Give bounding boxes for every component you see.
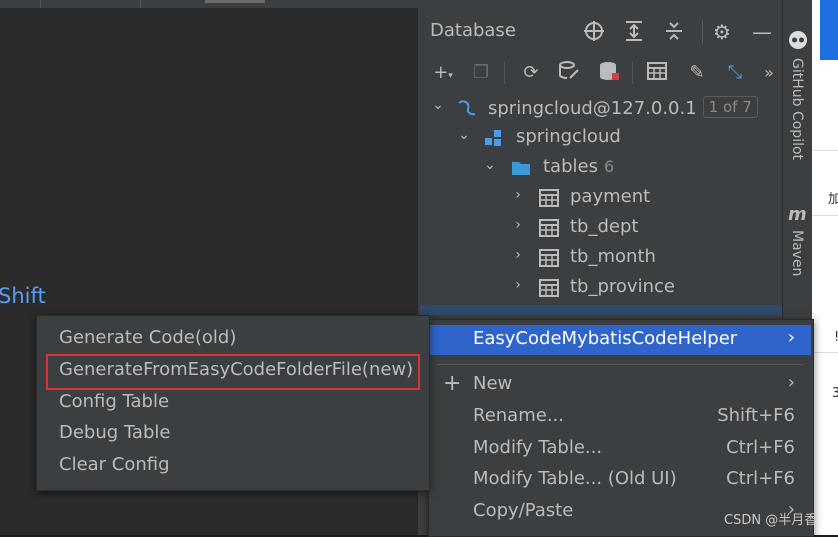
tree-item-table[interactable]: › tb_month xyxy=(420,244,782,274)
toolbar-separator xyxy=(504,62,505,84)
menu-item-easycode[interactable]: EasyCodeMybatisCodeHelper › xyxy=(429,325,811,355)
menu-item-label: EasyCodeMybatisCodeHelper xyxy=(473,328,738,349)
database-panel-header: Database ⚙ — xyxy=(420,14,782,50)
background-text: 3 xyxy=(832,386,838,401)
tree-item-table[interactable]: › tb_province xyxy=(420,274,782,304)
chevron-down-icon[interactable]: ⌄ xyxy=(456,127,472,143)
menu-item-new[interactable]: + New › xyxy=(429,370,811,400)
copy-icon[interactable]: ❐ xyxy=(468,60,494,86)
copilot-icon[interactable] xyxy=(787,28,809,50)
schema-icon xyxy=(482,127,504,149)
tree-item-table[interactable]: › tb_dept xyxy=(420,214,782,244)
easycode-submenu: Generate Code(old) GenerateFromEasyCodeF… xyxy=(36,315,430,491)
menu-item-modify-table-old-ui[interactable]: Modify Table... (Old UI) Ctrl+F6 xyxy=(429,465,811,495)
maven-tab[interactable]: Maven xyxy=(789,230,805,276)
background-window: 加 ! 3 xyxy=(812,0,838,535)
divider xyxy=(812,150,838,151)
connection-badge: 1 of 7 xyxy=(702,96,758,118)
chevron-right-icon: › xyxy=(787,372,795,393)
copilot-tab[interactable]: GitHub Copilot xyxy=(789,58,805,160)
watermark: CSDN @半月香 xyxy=(724,513,818,528)
tree-item-connection[interactable]: ⌄ springcloud@127.0.0.1 1 of 7 xyxy=(420,94,782,124)
add-icon[interactable]: +▾ xyxy=(430,60,456,86)
submenu-item-label: Generate Code(old) xyxy=(59,327,237,348)
gear-icon[interactable]: ⚙ xyxy=(710,20,734,44)
background-text: ! xyxy=(834,330,838,345)
submenu-item-label: Clear Config xyxy=(59,454,170,475)
context-menu: EasyCodeMybatisCodeHelper › + New › Rena… xyxy=(428,319,814,537)
table-label: tb_province xyxy=(570,276,675,297)
panel-title: Database xyxy=(430,20,516,41)
table-icon[interactable] xyxy=(644,60,670,86)
crosshair-icon[interactable] xyxy=(582,20,606,44)
editor-tab-strip xyxy=(0,0,418,8)
menu-item-label: Rename... xyxy=(473,405,564,426)
collapse-all-icon[interactable] xyxy=(662,20,686,44)
table-icon xyxy=(538,217,560,239)
refresh-icon[interactable]: ⟳ xyxy=(518,60,544,86)
chevron-right-icon[interactable]: › xyxy=(510,247,526,263)
divider xyxy=(812,215,838,216)
submenu-item-label: Debug Table xyxy=(59,422,171,443)
tree-item-table[interactable]: › payment xyxy=(420,184,782,214)
edit-icon[interactable]: ✎ xyxy=(684,60,710,86)
menu-item-shortcut: Ctrl+F6 xyxy=(726,468,795,489)
table-label: tb_dept xyxy=(570,216,639,237)
chevron-down-icon[interactable]: ⌄ xyxy=(430,97,446,113)
tab-indicator xyxy=(205,0,265,3)
plus-icon: + xyxy=(443,371,462,396)
tree-item-tables-folder[interactable]: ⌄ tables 6 xyxy=(420,154,782,184)
more-icon[interactable]: » xyxy=(756,60,782,86)
database-toolbar: +▾ ❐ ⟳ ✎ ⤡ » xyxy=(420,58,782,90)
folder-icon xyxy=(510,157,532,179)
menu-item-shortcut: Shift+F6 xyxy=(717,405,795,426)
minimize-icon[interactable]: — xyxy=(750,20,774,44)
table-label: payment xyxy=(570,186,651,207)
submenu-item-config-table[interactable]: Config Table xyxy=(37,389,427,419)
header-separator xyxy=(702,20,703,44)
tables-count: 6 xyxy=(603,157,615,176)
background-text: 加 xyxy=(828,192,838,207)
maven-icon[interactable]: m xyxy=(788,204,807,225)
submenu-item-clear-config[interactable]: Clear Config xyxy=(37,452,427,482)
tab-divider xyxy=(140,0,141,8)
tab-divider xyxy=(40,0,41,8)
tables-folder-label: tables 6 xyxy=(543,156,615,177)
table-icon xyxy=(538,187,560,209)
chevron-right-icon[interactable]: › xyxy=(510,217,526,233)
database-icon[interactable] xyxy=(596,60,622,86)
tree-item-schema[interactable]: ⌄ springcloud xyxy=(420,124,782,154)
menu-separator xyxy=(437,364,803,365)
menu-item-rename[interactable]: Rename... Shift+F6 xyxy=(429,402,811,432)
menu-item-modify-table[interactable]: Modify Table... Ctrl+F6 xyxy=(429,434,811,464)
submenu-item-label: Config Table xyxy=(59,391,170,412)
tree-item-selected[interactable] xyxy=(420,305,782,315)
menu-item-label: Copy/Paste xyxy=(473,500,574,521)
menu-item-label: Modify Table... xyxy=(473,437,603,458)
chevron-down-icon[interactable]: ⌄ xyxy=(482,157,498,173)
table-icon xyxy=(538,277,560,299)
data-source-properties-icon[interactable] xyxy=(556,60,582,86)
chevron-right-icon[interactable]: › xyxy=(510,277,526,293)
schema-label: springcloud xyxy=(516,126,621,147)
jump-icon[interactable]: ⤡ xyxy=(722,60,748,86)
menu-item-label: Modify Table... (Old UI) xyxy=(473,468,677,489)
mysql-icon xyxy=(456,97,478,119)
menu-item-label: New xyxy=(473,373,513,394)
chevron-right-icon[interactable]: › xyxy=(510,187,526,203)
editor-text-shift: Shift xyxy=(0,284,46,308)
table-icon xyxy=(538,247,560,269)
toolbar-separator xyxy=(632,62,633,84)
chevron-right-icon: › xyxy=(787,327,795,348)
menu-item-shortcut: Ctrl+F6 xyxy=(726,437,795,458)
table-label: tb_month xyxy=(570,246,656,267)
submenu-item-debug-table[interactable]: Debug Table xyxy=(37,420,427,450)
background-window-accent xyxy=(820,0,838,60)
highlight-annotation-box xyxy=(46,354,420,390)
connection-label: springcloud@127.0.0.1 1 of 7 xyxy=(488,96,758,119)
divider xyxy=(812,352,838,353)
expand-all-icon[interactable] xyxy=(622,20,646,44)
submenu-item-generate-code-old[interactable]: Generate Code(old) xyxy=(37,325,427,355)
